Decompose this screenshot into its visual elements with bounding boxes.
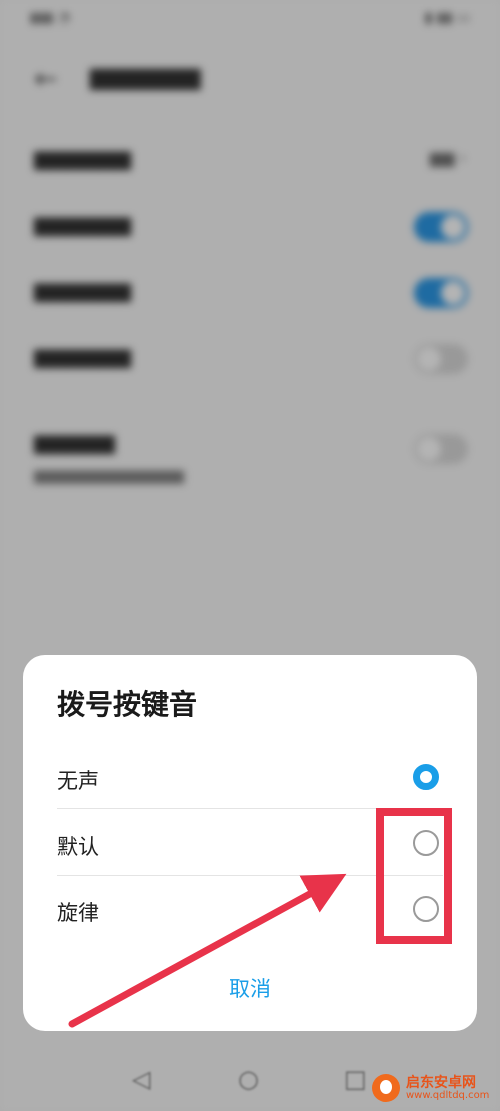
- dialog-title: 拨号按键音: [57, 688, 198, 721]
- watermark: 启东安卓网 www.qdltdq.com: [372, 1072, 496, 1106]
- radio-unselected-icon[interactable]: [413, 896, 439, 922]
- option-label: 旋律: [57, 901, 99, 925]
- cancel-button[interactable]: 取消: [23, 973, 477, 1013]
- divider: [57, 808, 443, 809]
- option-default[interactable]: 默认: [57, 811, 443, 877]
- radio-unselected-icon[interactable]: [413, 830, 439, 856]
- option-label: 无声: [57, 769, 99, 793]
- watermark-url: www.qdltdq.com: [406, 1090, 490, 1101]
- option-silent[interactable]: 无声: [57, 745, 443, 811]
- radio-selected-icon[interactable]: [413, 764, 439, 790]
- dial-tone-dialog: 拨号按键音 无声 默认 旋律 取消: [23, 655, 477, 1031]
- option-melody[interactable]: 旋律: [57, 877, 443, 943]
- watermark-logo-icon: [372, 1074, 400, 1102]
- divider: [57, 875, 443, 876]
- option-label: 默认: [57, 835, 99, 859]
- watermark-name: 启东安卓网: [406, 1075, 476, 1091]
